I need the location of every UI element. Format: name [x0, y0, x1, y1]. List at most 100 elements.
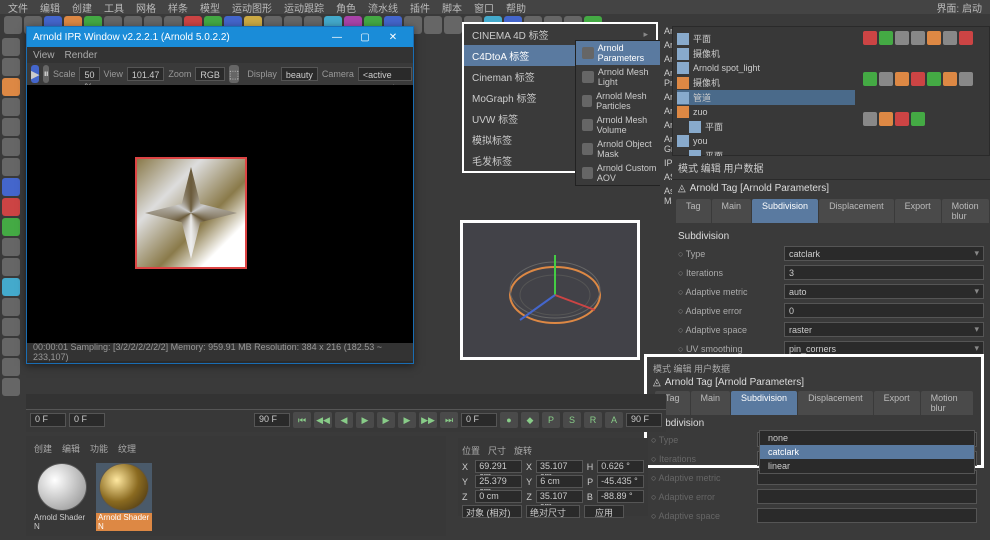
tl-end[interactable]: 90 F	[254, 413, 290, 427]
rot-field[interactable]: -45.435 °	[597, 475, 644, 488]
tag-icon[interactable]	[879, 112, 893, 126]
left-tool-9[interactable]	[2, 218, 20, 236]
key-r-icon[interactable]: R	[584, 412, 602, 428]
left-tool-17[interactable]	[2, 378, 20, 396]
mat-tab[interactable]: 创建	[34, 442, 52, 455]
menu-创建[interactable]: 创建	[72, 0, 92, 15]
tl-end2[interactable]: 90 F	[626, 413, 662, 427]
tag-icon[interactable]	[895, 72, 909, 86]
tag-icon[interactable]	[943, 72, 957, 86]
menu-窗口[interactable]: 窗口	[474, 0, 494, 15]
rgb-field[interactable]: RGB	[195, 67, 225, 81]
popup-tab[interactable]: Displacement	[798, 391, 873, 415]
menu-运动跟踪[interactable]: 运动跟踪	[284, 0, 324, 15]
attr-field[interactable]: 3	[784, 265, 984, 280]
dropdown-item[interactable]: linear	[760, 459, 974, 473]
menu-工具[interactable]: 工具	[104, 0, 124, 15]
toolbar-icon-22[interactable]	[444, 16, 462, 34]
popup-tab[interactable]: Subdivision	[731, 391, 797, 415]
tag-icon[interactable]	[895, 31, 909, 45]
attr-field[interactable]: raster	[784, 322, 984, 337]
object-row[interactable]: you	[677, 134, 855, 148]
play-fwd-icon[interactable]: ▶	[377, 412, 395, 428]
play-back-icon[interactable]: ▶	[356, 412, 374, 428]
tag-icon[interactable]	[927, 31, 941, 45]
step-back-icon[interactable]: ◀◀	[314, 412, 332, 428]
attr-tab-subdivision[interactable]: Subdivision	[752, 199, 818, 223]
left-tool-12[interactable]	[2, 278, 20, 296]
object-row[interactable]: 管道	[677, 90, 855, 105]
left-tool-14[interactable]	[2, 318, 20, 336]
left-tool-0[interactable]	[2, 38, 20, 56]
play-icon[interactable]: ▶	[31, 65, 39, 83]
menu-运动图形[interactable]: 运动图形	[232, 0, 272, 15]
tag-icon[interactable]	[943, 31, 957, 45]
tag-icon[interactable]	[959, 72, 973, 86]
size-field[interactable]: 35.107 cm	[536, 490, 583, 503]
left-tool-13[interactable]	[2, 298, 20, 316]
menu-角色[interactable]: 角色	[336, 0, 356, 15]
menu-帮助[interactable]: 帮助	[506, 0, 526, 15]
menu-样条[interactable]: 样条	[168, 0, 188, 15]
key-a-icon[interactable]: A	[605, 412, 623, 428]
mat-tab[interactable]: 编辑	[62, 442, 80, 455]
menu-脚本[interactable]: 脚本	[442, 0, 462, 15]
left-tool-4[interactable]	[2, 118, 20, 136]
dropdown-item[interactable]: catclark	[760, 445, 974, 459]
tag-icon[interactable]	[959, 31, 973, 45]
close-button[interactable]: ✕	[379, 28, 407, 46]
toolbar-icon-21[interactable]	[424, 16, 442, 34]
coord-mode2[interactable]: 绝对尺寸	[526, 505, 580, 518]
popup-tab[interactable]: Main	[691, 391, 731, 415]
left-tool-15[interactable]	[2, 338, 20, 356]
tag-icon[interactable]	[863, 31, 877, 45]
layout-selector[interactable]: 界面: 启动	[936, 0, 982, 15]
object-row[interactable]: Arnold spot_light	[677, 61, 855, 75]
scale-field[interactable]: 50 %	[79, 67, 99, 81]
step-fwd-icon[interactable]: ▶▶	[419, 412, 437, 428]
attr-field[interactable]: auto	[784, 284, 984, 299]
link-icon[interactable]: ⬚	[229, 65, 239, 83]
menu-编辑[interactable]: 编辑	[40, 0, 60, 15]
tag-icon[interactable]	[911, 112, 925, 126]
menu-流水线[interactable]: 流水线	[368, 0, 398, 15]
attr-tab-displacement[interactable]: Displacement	[819, 199, 894, 223]
coord-mode1[interactable]: 对象 (相对)	[462, 505, 522, 518]
tag-icon[interactable]	[863, 112, 877, 126]
timeline-ruler[interactable]	[26, 394, 666, 410]
tl-cur[interactable]: 0 F	[461, 413, 497, 427]
tag-icon[interactable]	[927, 72, 941, 86]
dropdown-item[interactable]: none	[760, 431, 974, 445]
coord-tab-size[interactable]: 尺寸	[488, 444, 506, 457]
object-row[interactable]: 平面	[677, 31, 855, 46]
object-tree[interactable]: 平面摄像机Arnold spot_light摄像机管道zuo平面you平面	[673, 27, 859, 155]
left-tool-2[interactable]	[2, 78, 20, 96]
goto-end-icon[interactable]: ⏭	[440, 412, 458, 428]
camera-field[interactable]: <active camera>…	[358, 67, 412, 81]
goto-start-icon[interactable]: ⏮	[293, 412, 311, 428]
view-field[interactable]: 101.47 …	[127, 67, 165, 81]
object-row[interactable]: 平面	[677, 119, 855, 134]
attr-field[interactable]: catclark	[784, 246, 984, 261]
material-item[interactable]: Arnold Shader N	[96, 463, 152, 531]
render-region[interactable]	[135, 157, 247, 269]
tag-icon[interactable]	[895, 112, 909, 126]
left-tool-10[interactable]	[2, 238, 20, 256]
pos-field[interactable]: 69.291 cm	[475, 460, 522, 473]
pos-field[interactable]: 0 cm	[475, 490, 522, 503]
ipr-menu-render[interactable]: Render	[65, 50, 98, 61]
key-p-icon[interactable]: P	[542, 412, 560, 428]
attr-field[interactable]	[757, 489, 977, 504]
maximize-button[interactable]: ▢	[351, 28, 379, 46]
attr-tab-export[interactable]: Export	[895, 199, 941, 223]
object-row[interactable]: 摄像机	[677, 46, 855, 61]
size-field[interactable]: 35.107 cm	[536, 460, 583, 473]
ipr-render-view[interactable]	[27, 85, 413, 343]
menu-文件[interactable]: 文件	[8, 0, 28, 15]
attr-tab-motion blur[interactable]: Motion blur	[942, 199, 989, 223]
key-s-icon[interactable]: S	[563, 412, 581, 428]
menu-模型[interactable]: 模型	[200, 0, 220, 15]
rot-field[interactable]: 0.626 °	[597, 460, 644, 473]
popup-tab[interactable]: Motion blur	[921, 391, 973, 415]
apply-button[interactable]: 应用	[584, 505, 624, 518]
